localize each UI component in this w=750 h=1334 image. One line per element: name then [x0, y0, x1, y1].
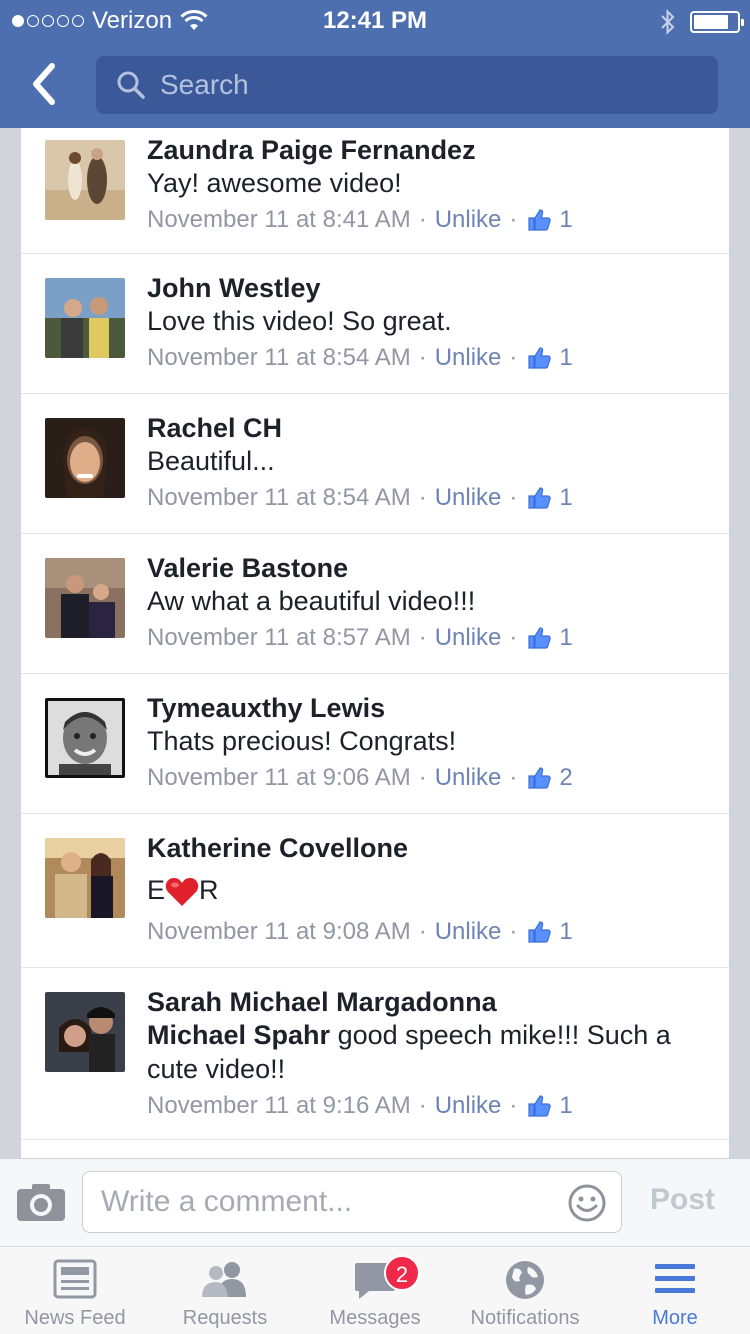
- thumbs-up-icon: [527, 766, 552, 790]
- globe-icon: [504, 1259, 546, 1306]
- top-bar: Verizon 12:41 PM: [0, 0, 750, 128]
- comment-item: Rachel CH Beautiful... November 11 at 8:…: [21, 394, 729, 534]
- comment-timestamp: November 11 at 8:41 AM: [147, 206, 411, 233]
- comment-author[interactable]: Katherine Covellone: [147, 832, 709, 864]
- like-count[interactable]: 1: [559, 914, 572, 950]
- tab-messages[interactable]: 2 Messages: [300, 1247, 450, 1334]
- comment-timestamp: November 11 at 8:54 AM: [147, 484, 411, 511]
- like-count[interactable]: 1: [559, 620, 572, 656]
- status-bar: Verizon 12:41 PM: [0, 0, 750, 40]
- thumbs-up-icon: [527, 626, 552, 650]
- comment-author[interactable]: Tymeauxthy Lewis: [147, 692, 709, 724]
- comment-text: Thats precious! Congrats!: [147, 726, 457, 756]
- post-button[interactable]: Post: [650, 1183, 715, 1217]
- comment-text: Aw what a beautiful video!!!: [147, 586, 476, 616]
- chevron-left-icon: [33, 63, 55, 105]
- back-button[interactable]: [26, 60, 66, 110]
- search-input[interactable]: [160, 69, 660, 101]
- emoji-button[interactable]: [567, 1183, 607, 1228]
- comment-author[interactable]: John Westley: [147, 272, 709, 304]
- comment-timestamp: November 11 at 8:54 AM: [147, 344, 411, 371]
- tab-label: News Feed: [24, 1307, 126, 1329]
- tab-label: More: [652, 1307, 698, 1329]
- comment-author[interactable]: Valerie Bastone: [147, 552, 709, 584]
- tab-label: Notifications: [470, 1307, 580, 1329]
- thumbs-up-icon: [527, 486, 552, 510]
- menu-icon: [653, 1259, 697, 1304]
- comment-item: John Westley Love this video! So great. …: [21, 254, 729, 394]
- avatar[interactable]: [45, 278, 125, 358]
- unlike-button[interactable]: Unlike: [435, 1088, 502, 1124]
- comment-text: Love this video! So great.: [147, 306, 452, 336]
- comment-composer: Post: [0, 1158, 750, 1246]
- tab-label: Requests: [182, 1307, 268, 1329]
- smiley-icon: [568, 1184, 606, 1222]
- avatar[interactable]: [45, 140, 125, 220]
- comment-item: Valerie Bastone Aw what a beautiful vide…: [21, 534, 729, 674]
- comment-author[interactable]: Sarah Michael Margadonna: [147, 986, 709, 1018]
- avatar[interactable]: [45, 418, 125, 498]
- camera-button[interactable]: [16, 1183, 66, 1223]
- unlike-button[interactable]: Unlike: [435, 202, 502, 238]
- camera-icon: [17, 1184, 65, 1221]
- comment-text: ER: [147, 870, 709, 910]
- comment-field[interactable]: [82, 1171, 622, 1233]
- thumbs-up-icon: [527, 920, 552, 944]
- battery-icon: [690, 11, 744, 33]
- comment-list: Zaundra Paige Fernandez Yay! awesome vid…: [20, 128, 730, 1158]
- unlike-button[interactable]: Unlike: [435, 480, 502, 516]
- news-feed-icon: [53, 1259, 97, 1304]
- avatar[interactable]: [45, 838, 125, 918]
- unlike-button[interactable]: Unlike: [435, 340, 502, 376]
- comment-timestamp: November 11 at 9:08 AM: [147, 918, 411, 945]
- comment-timestamp: November 11 at 8:57 AM: [147, 624, 411, 651]
- tab-news-feed[interactable]: News Feed: [0, 1247, 150, 1334]
- tagged-user-link[interactable]: Michael Spahr: [147, 1020, 330, 1050]
- comment-timestamp: November 11 at 9:06 AM: [147, 764, 411, 791]
- unlike-button[interactable]: Unlike: [435, 620, 502, 656]
- avatar[interactable]: [45, 558, 125, 638]
- comment-text: Yay! awesome video!: [147, 168, 402, 198]
- avatar[interactable]: [45, 698, 125, 778]
- bluetooth-icon: [661, 9, 675, 35]
- like-count[interactable]: 1: [559, 340, 572, 376]
- comment-text: Michael Spahr good speech mike!!! Such a…: [147, 1020, 671, 1084]
- avatar[interactable]: [45, 992, 125, 1072]
- comment-item: Katherine Covellone ER November 11 at 9:…: [21, 814, 729, 968]
- clock: 12:41 PM: [322, 7, 428, 34]
- thumbs-up-icon: [527, 1094, 552, 1118]
- unlike-button[interactable]: Unlike: [435, 914, 502, 950]
- comment-author[interactable]: Zaundra Paige Fernandez: [147, 134, 709, 166]
- comment-item: Tymeauxthy Lewis Thats precious! Congrat…: [21, 674, 729, 814]
- tab-requests[interactable]: Requests: [150, 1247, 300, 1334]
- requests-icon: [200, 1259, 250, 1304]
- unlike-button[interactable]: Unlike: [435, 760, 502, 796]
- tab-more[interactable]: More: [600, 1247, 750, 1334]
- search-bar[interactable]: [96, 56, 718, 114]
- comment-item: Sarah Michael Margadonna Michael Spahr g…: [21, 968, 729, 1140]
- comment-item: Zaundra Paige Fernandez Yay! awesome vid…: [21, 128, 729, 254]
- heart-icon: [165, 877, 199, 906]
- comment-text: Beautiful...: [147, 446, 275, 476]
- messages-badge: 2: [384, 1255, 420, 1291]
- tab-label: Messages: [329, 1307, 421, 1329]
- like-count[interactable]: 1: [559, 1088, 572, 1124]
- comment-input[interactable]: [101, 1185, 551, 1219]
- like-count[interactable]: 1: [559, 480, 572, 516]
- comment-timestamp: November 11 at 9:16 AM: [147, 1092, 411, 1119]
- tab-bar: News Feed Requests 2 Messages Notificati…: [0, 1246, 750, 1334]
- search-icon: [117, 71, 145, 99]
- like-count[interactable]: 1: [559, 202, 572, 238]
- thumbs-up-icon: [527, 208, 552, 232]
- like-count[interactable]: 2: [559, 760, 572, 796]
- thumbs-up-icon: [527, 346, 552, 370]
- comment-author[interactable]: Rachel CH: [147, 412, 709, 444]
- tab-notifications[interactable]: Notifications: [450, 1247, 600, 1334]
